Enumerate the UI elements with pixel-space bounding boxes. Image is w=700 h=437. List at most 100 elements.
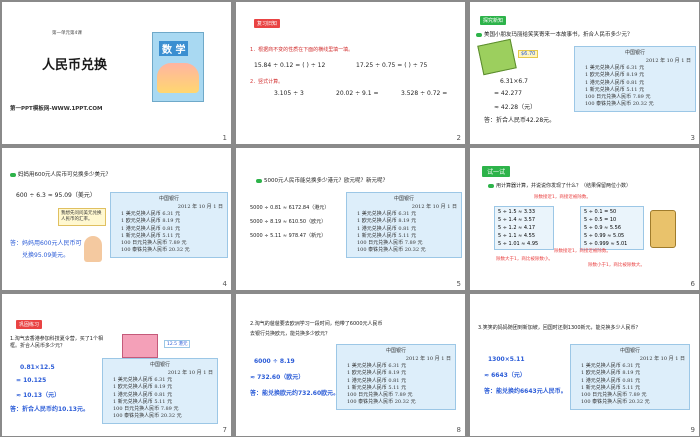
calc-line-2: = 42.277: [494, 90, 522, 97]
note-top: 除数接近1，商接近被除数。: [534, 195, 591, 200]
rate-row: 1 欧元兑换人民币 8.19 元: [581, 370, 641, 377]
slide-5-thumbnail[interactable]: 5000元人民币能兑换多少港元？欧元呢？新元呢？ 5000 ÷ 0.81 ≈ 6…: [236, 148, 465, 290]
calc-line-2: ≈ 6643（元）: [484, 372, 526, 379]
bank-title: 中国银行: [624, 50, 645, 56]
book-title: 数 学: [159, 41, 189, 56]
equation-1: 15.84 ÷ 0.12 = ( ) ÷ 12: [254, 62, 326, 69]
bank-rate-board: 中国银行 2012 年 10 月 1 日 1 美元兑换人民币 6.31 元 1 …: [336, 344, 456, 410]
question-2: 2．竖式计算。: [250, 79, 284, 85]
question: 用计算器计算，并说说你发现了什么？（结果保留两位小数）: [488, 182, 631, 189]
calc-row: 5 ÷ 1.2 ≈ 4.17: [498, 225, 536, 231]
calc-line-2: 5000 ÷ 8.19 ≈ 610.50（欧元）: [250, 219, 327, 225]
calc-line-1: 6.31×6.7: [500, 78, 528, 85]
rate-row: 1 港元兑换人民币 0.81 元: [585, 79, 645, 86]
answer: 答：折合人民币约10.13元。: [10, 406, 89, 413]
question-line-2: 去银行兑换欧元，能兑换多少欧元？: [250, 331, 331, 337]
bullet-icon: [256, 178, 262, 183]
rate-row: 1 港元兑换人民币 0.81 元: [113, 391, 173, 398]
rate-row: 1 港元兑换人民币 0.81 元: [121, 225, 181, 232]
calc-row: 5 ÷ 1.4 ≈ 3.57: [498, 217, 536, 223]
photo-frame-image: [122, 334, 158, 358]
rate-row: 1 欧元兑换人民币 8.19 元: [357, 218, 417, 225]
rate-row: 100 泰铢兑换人民币 20.32 元: [113, 413, 182, 420]
calc-row: 5 ÷ 0.5 = 10: [584, 217, 617, 223]
slide-number: 5: [456, 280, 461, 288]
bank-date: 2012 年 10 月 1 日: [405, 356, 451, 362]
bank-rate-board: 中国银行 2012 年 10 月 1 日 1 美元兑换人民币 6.31 元 1 …: [570, 344, 690, 410]
bank-rate-board: 中国银行 2012 年 10 月 1 日 1 美元兑换人民币 6.31 元 1 …: [346, 192, 462, 258]
answer-line-1: 答：妈妈用600元人民币可: [10, 240, 82, 247]
rate-row: 1 欧元兑换人民币 8.19 元: [121, 218, 181, 225]
slide-number: 7: [222, 426, 227, 434]
calc-2: 20.02 ÷ 9.1 =: [336, 90, 379, 97]
calculator-image: [650, 210, 676, 248]
calc-line-3: 5000 ÷ 5.11 ≈ 978.47（新元）: [250, 233, 327, 239]
calc-line-1: 0.81×12.5: [20, 364, 55, 371]
bank-date: 2012 年 10 月 1 日: [639, 356, 685, 362]
slide-6-thumbnail[interactable]: 试一试 用计算器计算，并说说你发现了什么？（结果保留两位小数） 除数接近1，商接…: [470, 148, 699, 290]
bank-rate-board: 中国银行 2012 年 10 月 1 日 1 美元兑换人民币 6.31 元 1 …: [102, 358, 218, 424]
calc-row: 5 ÷ 1.1 ≈ 4.55: [498, 233, 536, 239]
question: 5000元人民币能兑换多少港元？欧元呢？新元呢？: [256, 176, 388, 184]
question-line-1: 2.淘气的爸爸要去欧洲学习一段时间，他带了6000元人民币: [250, 321, 383, 327]
bank-date: 2012 年 10 月 1 日: [167, 370, 213, 376]
question: 妈妈用600元人民币可兑换多少美元？: [10, 170, 111, 178]
left-column: 5 ÷ 1.5 ≈ 3.33 5 ÷ 1.4 ≈ 3.57 5 ÷ 1.2 ≈ …: [494, 206, 554, 250]
answer: 答：能兑换欧元约732.60欧元。: [250, 390, 340, 397]
bank-title: 中国银行: [619, 348, 640, 354]
slide-3-thumbnail[interactable]: 探究新知 美国小朋友玛丽给笑笑寄来一本故事书，折合人民币多少元？ $6.70 6…: [470, 2, 699, 144]
slide-title: 人民币兑换: [42, 58, 108, 73]
bank-date: 2012 年 10 月 1 日: [411, 204, 457, 210]
rate-row: 1 港元兑换人民币 0.81 元: [347, 377, 407, 384]
rate-row: 1 欧元兑换人民币 8.19 元: [347, 370, 407, 377]
slide-8-thumbnail[interactable]: 2.淘气的爸爸要去欧洲学习一段时间，他带了6000元人民币 去银行兑换欧元，能兑…: [236, 294, 465, 436]
slide-9-thumbnail[interactable]: 3.笑笑的妈妈随团到新加坡，回国时还剩1300新元，能兑换多少人民币？ 1300…: [470, 294, 699, 436]
bank-title: 中国银行: [149, 362, 170, 368]
question: 3.笑笑的妈妈随团到新加坡，回国时还剩1300新元，能兑换多少人民币？: [478, 325, 641, 331]
rate-row: 100 泰铢兑换人民币 20.32 元: [121, 247, 190, 254]
calc-line-2: = 10.125: [16, 377, 47, 384]
slide-number: 9: [690, 426, 695, 434]
rate-row: 1 港元兑换人民币 0.81 元: [357, 225, 417, 232]
rate-row: 1 港元兑换人民币 0.81 元: [581, 377, 641, 384]
calc-1: 3.105 ÷ 3: [274, 90, 304, 97]
bank-rate-board: 中国银行 2012 年 10 月 1 日 1 美元兑换人民币 6.31 元 1 …: [574, 46, 696, 112]
calc-line-3: ≈ 10.13（元）: [16, 392, 61, 399]
bank-date: 2012 年 10 月 1 日: [645, 58, 691, 64]
calc-row: 5 ÷ 0.99 ≈ 5.05: [584, 233, 625, 239]
site-text: 第一PPT模板网-WWW.1PPT.COM: [10, 106, 103, 112]
lesson-label: 第一单元第4课: [52, 31, 82, 36]
calc-line-1: 5000 ÷ 0.81 ≈ 6172.84（港元）: [250, 205, 330, 211]
section-tag: 复习旧知: [254, 19, 281, 28]
calc-line-1: 6000 ÷ 8.19: [254, 358, 295, 365]
calc-row: 5 ÷ 0.999 ≈ 5.01: [584, 241, 628, 247]
slide-2-thumbnail[interactable]: 复习旧知 1．根据商不变的性质在下面的横线里填一填。 15.84 ÷ 0.12 …: [236, 2, 465, 144]
note-mid: 除数接近1，商接近被除数。: [554, 249, 611, 254]
slide-4-thumbnail[interactable]: 妈妈用600元人民币可兑换多少美元？ 600 ÷ 6.3 ≈ 95.09（美元）…: [2, 148, 231, 290]
rate-row: 100 泰铢兑换人民币 20.32 元: [357, 247, 426, 254]
rate-row: 1 欧元兑换人民币 8.19 元: [585, 72, 645, 79]
bank-title: 中国银行: [385, 348, 406, 354]
bank-date: 2012 年 10 月 1 日: [177, 204, 223, 210]
calc-row: 5 ÷ 1.5 ≈ 3.33: [498, 209, 536, 215]
rate-row: 100 泰铢兑换人民币 20.32 元: [581, 399, 650, 406]
bank-rate-board: 中国银行 2012 年 10 月 1 日 1 美元兑换人民币 6.31 元 1 …: [110, 192, 228, 258]
bank-title: 中国银行: [393, 196, 414, 202]
calc-line-2: ≈ 732.60（欧元）: [250, 374, 305, 381]
rate-row: 100 泰铢兑换人民币 20.32 元: [347, 399, 416, 406]
slide-number: 2: [456, 134, 461, 142]
bullet-icon: [476, 32, 482, 37]
bullet-icon: [488, 183, 494, 188]
note-right: 除数小于1，商比被除数大。: [588, 263, 645, 268]
section-tag: 探究新知: [480, 16, 507, 25]
slide-7-thumbnail[interactable]: 巩固练习 1.淘气去香港参加科技夏令营，买了1个相框。折合人民币多少元？ 12.…: [2, 294, 231, 436]
right-column: 5 ÷ 0.1 = 50 5 ÷ 0.5 = 10 5 ÷ 0.9 ≈ 5.56…: [580, 206, 644, 250]
price-tag: 12.5 港元: [164, 340, 191, 348]
bullet-icon: [10, 172, 16, 177]
rate-row: 1 欧元兑换人民币 8.19 元: [113, 384, 173, 391]
slide-number: 3: [690, 134, 695, 142]
section-tag: 试一试: [482, 166, 511, 177]
calc-3: 3.528 ÷ 0.72 =: [401, 90, 448, 97]
cartoon-figures: [157, 63, 199, 93]
slide-1-thumbnail[interactable]: 第一单元第4课 人民币兑换 第一PPT模板网-WWW.1PPT.COM 数 学 …: [2, 2, 231, 144]
